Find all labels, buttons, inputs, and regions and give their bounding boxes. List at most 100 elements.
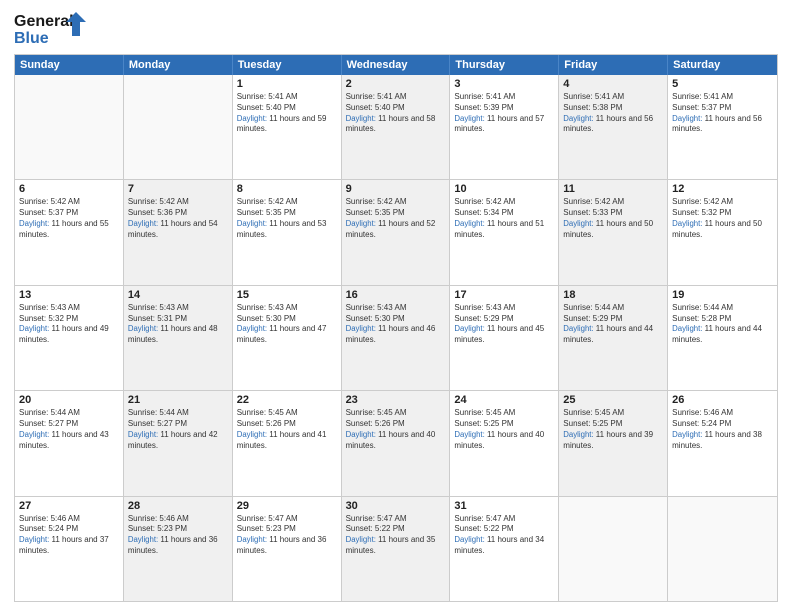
cell-info: Sunrise: 5:42 AMSunset: 5:33 PMDaylight:… (563, 197, 663, 240)
cell-info: Sunrise: 5:45 AMSunset: 5:26 PMDaylight:… (346, 408, 446, 451)
calendar-row: 6 Sunrise: 5:42 AMSunset: 5:37 PMDaylight… (15, 179, 777, 284)
calendar-cell: 21 Sunrise: 5:44 AMSunset: 5:27 PMDayligh… (124, 391, 233, 495)
calendar-body: 1 Sunrise: 5:41 AMSunset: 5:40 PMDaylight… (15, 75, 777, 601)
weekday-header: Wednesday (342, 55, 451, 75)
day-number: 5 (672, 78, 773, 90)
day-number: 15 (237, 289, 337, 301)
calendar-row: 13Sunrise: 5:43 AMSunset: 5:32 PMDayligh… (15, 285, 777, 390)
day-number: 27 (19, 500, 119, 512)
cell-info: Sunrise: 5:41 AMSunset: 5:38 PMDaylight:… (563, 92, 663, 135)
day-number: 21 (128, 394, 228, 406)
cell-info: Sunrise: 5:41 AMSunset: 5:39 PMDaylight:… (454, 92, 554, 135)
cell-info: Sunrise: 5:41 AMSunset: 5:37 PMDaylight:… (672, 92, 773, 135)
calendar-cell: 23 Sunrise: 5:45 AMSunset: 5:26 PMDayligh… (342, 391, 451, 495)
calendar-cell (124, 75, 233, 179)
calendar-cell: 6 Sunrise: 5:42 AMSunset: 5:37 PMDaylight… (15, 180, 124, 284)
calendar-cell: 19 Sunrise: 5:44 AMSunset: 5:28 PMDayligh… (668, 286, 777, 390)
calendar-cell: 2Sunrise: 5:41 AMSunset: 5:40 PMDaylight… (342, 75, 451, 179)
calendar-row: 27Sunrise: 5:46 AMSunset: 5:24 PMDayligh… (15, 496, 777, 601)
calendar-cell: 4 Sunrise: 5:41 AMSunset: 5:38 PMDaylight… (559, 75, 668, 179)
calendar-cell: 27Sunrise: 5:46 AMSunset: 5:24 PMDayligh… (15, 497, 124, 601)
cell-info: Sunrise: 5:45 AMSunset: 5:25 PMDaylight:… (563, 408, 663, 451)
day-number: 29 (237, 500, 337, 512)
cell-info: Sunrise: 5:41 AMSunset: 5:40 PMDaylight:… (346, 92, 446, 135)
day-number: 3 (454, 78, 554, 90)
calendar-page: GeneralBlue SundayMondayTuesdayWednesday… (0, 0, 792, 612)
calendar-row: 20 Sunrise: 5:44 AMSunset: 5:27 PMDayligh… (15, 390, 777, 495)
cell-info: Sunrise: 5:42 AMSunset: 5:37 PMDaylight:… (19, 197, 119, 240)
day-number: 23 (346, 394, 446, 406)
calendar-cell: 14Sunrise: 5:43 AMSunset: 5:31 PMDayligh… (124, 286, 233, 390)
calendar-cell: 24 Sunrise: 5:45 AMSunset: 5:25 PMDayligh… (450, 391, 559, 495)
calendar-cell (559, 497, 668, 601)
day-number: 30 (346, 500, 446, 512)
header: GeneralBlue (14, 10, 778, 48)
cell-info: Sunrise: 5:43 AMSunset: 5:32 PMDaylight:… (19, 303, 119, 346)
calendar-cell: 16Sunrise: 5:43 AMSunset: 5:30 PMDayligh… (342, 286, 451, 390)
cell-info: Sunrise: 5:44 AMSunset: 5:28 PMDaylight:… (672, 303, 773, 346)
calendar-cell: 3 Sunrise: 5:41 AMSunset: 5:39 PMDaylight… (450, 75, 559, 179)
day-number: 4 (563, 78, 663, 90)
calendar-row: 1 Sunrise: 5:41 AMSunset: 5:40 PMDaylight… (15, 75, 777, 179)
cell-info: Sunrise: 5:46 AMSunset: 5:23 PMDaylight:… (128, 514, 228, 557)
weekday-header: Thursday (450, 55, 559, 75)
day-number: 16 (346, 289, 446, 301)
cell-info: Sunrise: 5:42 AMSunset: 5:35 PMDaylight:… (346, 197, 446, 240)
weekday-header: Friday (559, 55, 668, 75)
day-number: 26 (672, 394, 773, 406)
day-number: 20 (19, 394, 119, 406)
cell-info: Sunrise: 5:44 AMSunset: 5:27 PMDaylight:… (128, 408, 228, 451)
day-number: 17 (454, 289, 554, 301)
cell-info: Sunrise: 5:43 AMSunset: 5:30 PMDaylight:… (237, 303, 337, 346)
calendar-cell: 26Sunrise: 5:46 AMSunset: 5:24 PMDayligh… (668, 391, 777, 495)
calendar-cell: 12Sunrise: 5:42 AMSunset: 5:32 PMDayligh… (668, 180, 777, 284)
day-number: 24 (454, 394, 554, 406)
cell-info: Sunrise: 5:47 AMSunset: 5:23 PMDaylight:… (237, 514, 337, 557)
calendar-cell: 5 Sunrise: 5:41 AMSunset: 5:37 PMDaylight… (668, 75, 777, 179)
calendar-cell: 30Sunrise: 5:47 AMSunset: 5:22 PMDayligh… (342, 497, 451, 601)
day-number: 12 (672, 183, 773, 195)
day-number: 31 (454, 500, 554, 512)
cell-info: Sunrise: 5:45 AMSunset: 5:25 PMDaylight:… (454, 408, 554, 451)
cell-info: Sunrise: 5:42 AMSunset: 5:35 PMDaylight:… (237, 197, 337, 240)
day-number: 25 (563, 394, 663, 406)
day-number: 28 (128, 500, 228, 512)
calendar: SundayMondayTuesdayWednesdayThursdayFrid… (14, 54, 778, 602)
calendar-cell: 7Sunrise: 5:42 AMSunset: 5:36 PMDaylight… (124, 180, 233, 284)
calendar-cell: 9 Sunrise: 5:42 AMSunset: 5:35 PMDaylight… (342, 180, 451, 284)
weekday-header: Tuesday (233, 55, 342, 75)
calendar-cell: 1 Sunrise: 5:41 AMSunset: 5:40 PMDaylight… (233, 75, 342, 179)
cell-info: Sunrise: 5:44 AMSunset: 5:27 PMDaylight:… (19, 408, 119, 451)
day-number: 18 (563, 289, 663, 301)
calendar-cell: 13Sunrise: 5:43 AMSunset: 5:32 PMDayligh… (15, 286, 124, 390)
day-number: 19 (672, 289, 773, 301)
day-number: 6 (19, 183, 119, 195)
cell-info: Sunrise: 5:45 AMSunset: 5:26 PMDaylight:… (237, 408, 337, 451)
cell-info: Sunrise: 5:47 AMSunset: 5:22 PMDaylight:… (454, 514, 554, 557)
day-number: 1 (237, 78, 337, 90)
logo-svg: GeneralBlue (14, 10, 94, 48)
day-number: 22 (237, 394, 337, 406)
calendar-cell: 25 Sunrise: 5:45 AMSunset: 5:25 PMDayligh… (559, 391, 668, 495)
cell-info: Sunrise: 5:42 AMSunset: 5:36 PMDaylight:… (128, 197, 228, 240)
calendar-cell: 11 Sunrise: 5:42 AMSunset: 5:33 PMDayligh… (559, 180, 668, 284)
calendar-cell: 20 Sunrise: 5:44 AMSunset: 5:27 PMDayligh… (15, 391, 124, 495)
svg-text:General: General (14, 13, 74, 30)
cell-info: Sunrise: 5:43 AMSunset: 5:29 PMDaylight:… (454, 303, 554, 346)
cell-info: Sunrise: 5:43 AMSunset: 5:31 PMDaylight:… (128, 303, 228, 346)
cell-info: Sunrise: 5:41 AMSunset: 5:40 PMDaylight:… (237, 92, 337, 135)
calendar-header: SundayMondayTuesdayWednesdayThursdayFrid… (15, 55, 777, 75)
calendar-cell: 15 Sunrise: 5:43 AMSunset: 5:30 PMDayligh… (233, 286, 342, 390)
calendar-cell (15, 75, 124, 179)
day-number: 9 (346, 183, 446, 195)
calendar-cell: 22 Sunrise: 5:45 AMSunset: 5:26 PMDayligh… (233, 391, 342, 495)
svg-text:Blue: Blue (14, 30, 49, 47)
weekday-header: Monday (124, 55, 233, 75)
weekday-header: Sunday (15, 55, 124, 75)
cell-info: Sunrise: 5:44 AMSunset: 5:29 PMDaylight:… (563, 303, 663, 346)
day-number: 11 (563, 183, 663, 195)
weekday-header: Saturday (668, 55, 777, 75)
logo: GeneralBlue (14, 10, 94, 48)
day-number: 8 (237, 183, 337, 195)
calendar-cell: 29 Sunrise: 5:47 AMSunset: 5:23 PMDayligh… (233, 497, 342, 601)
